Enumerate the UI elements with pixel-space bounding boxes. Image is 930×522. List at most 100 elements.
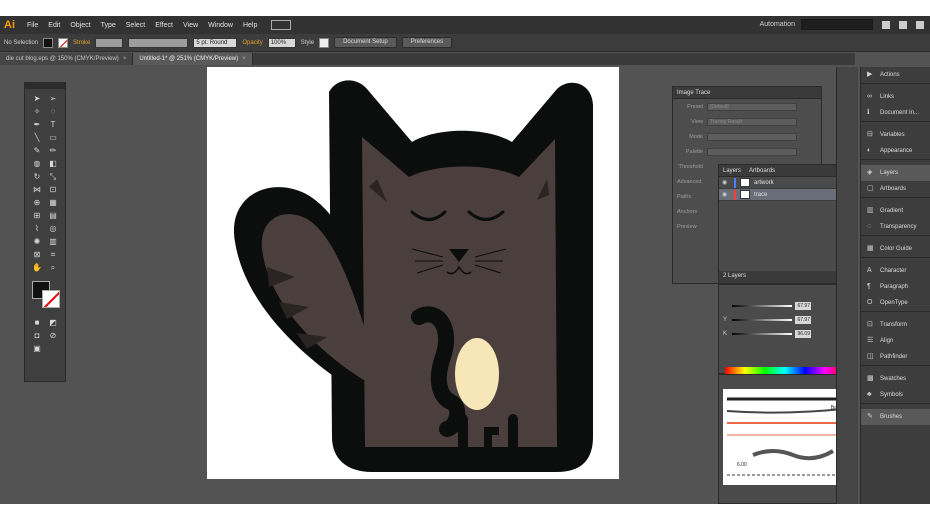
maximize-icon[interactable] [899, 20, 907, 29]
pencil-tool-icon[interactable]: ✏ [46, 145, 60, 156]
palette-select[interactable] [707, 147, 797, 156]
gradient-mode-icon[interactable]: ◩ [46, 317, 60, 328]
stroke-swatch[interactable] [58, 37, 69, 48]
lasso-tool-icon[interactable]: ◌ [46, 106, 60, 117]
screen-mode-icon[interactable]: ▣ [30, 343, 44, 354]
dock-variables[interactable]: ⊟ Variables [861, 127, 930, 143]
type-tool-icon[interactable]: T [46, 119, 60, 130]
preset-select[interactable]: [Default] [707, 102, 797, 111]
dock-layers[interactable]: ◈ Layers [861, 165, 930, 181]
search-input[interactable] [801, 19, 873, 30]
draw-mode-icon[interactable]: ◘ [30, 330, 44, 341]
menu-edit[interactable]: Edit [48, 22, 60, 29]
stroke-weight-field[interactable] [95, 37, 124, 48]
dock-actions[interactable]: ▶ Actions [861, 67, 930, 83]
variable-width-field[interactable] [128, 37, 189, 48]
stroke-link[interactable]: Stroke [73, 40, 90, 46]
tab-die-cut-blog[interactable]: die cut blog.eps @ 150% (CMYK/Preview) × [0, 53, 134, 65]
graphic-style-swatch[interactable] [319, 37, 330, 48]
slice-tool-icon[interactable]: ⌗ [46, 249, 60, 260]
dock-align[interactable]: ☰ Align [861, 333, 930, 349]
menu-effect[interactable]: Effect [155, 22, 173, 29]
advanced-toggle[interactable]: Advanced [677, 179, 701, 185]
color-mode-icon[interactable]: ■ [30, 317, 44, 328]
eye-icon[interactable]: ◉ [722, 179, 730, 186]
dock-gradient[interactable]: ▥ Gradient [861, 203, 930, 219]
tab-layers[interactable]: Layers [723, 168, 741, 174]
dock-brushes[interactable]: ✎ Brushes [861, 409, 930, 425]
image-trace-title[interactable]: Image Trace [673, 87, 821, 99]
workspace-switcher[interactable]: Automation [760, 21, 795, 28]
menu-type[interactable]: Type [101, 22, 116, 29]
document-setup-button[interactable]: Document Setup [334, 37, 397, 48]
slider-track[interactable] [732, 305, 792, 307]
pen-tool-icon[interactable]: ✒ [30, 119, 44, 130]
dock-opentype[interactable]: O OpenType [861, 295, 930, 311]
close-icon[interactable] [916, 20, 924, 29]
width-tool-icon[interactable]: ⋈ [30, 184, 44, 195]
brush-definition-select[interactable]: 5 pt. Round [193, 37, 238, 48]
dock-transparency[interactable]: ◌ Transparency [861, 219, 930, 235]
arrange-documents-icon[interactable] [271, 20, 292, 30]
selection-tool-icon[interactable]: ➤ [30, 93, 44, 104]
view-select[interactable]: Tracing Result [707, 117, 797, 126]
menu-select[interactable]: Select [126, 22, 145, 29]
scale-tool-icon[interactable]: ⤡ [46, 171, 60, 182]
column-graph-tool-icon[interactable]: ▥ [46, 236, 60, 247]
hand-tool-icon[interactable]: ✋ [30, 262, 44, 273]
artboard[interactable] [207, 67, 619, 479]
dock-symbols[interactable]: ♣ Symbols [861, 387, 930, 403]
mode-select[interactable] [707, 132, 797, 141]
fill-swatch[interactable] [43, 37, 54, 48]
dock-transform[interactable]: ⊡ Transform [861, 317, 930, 333]
menu-help[interactable]: Help [243, 22, 257, 29]
slider-track[interactable] [732, 333, 792, 335]
rectangle-tool-icon[interactable]: ▭ [46, 132, 60, 143]
tab-untitled-1[interactable]: Untitled-1* @ 251% (CMYK/Preview) × [133, 53, 253, 65]
rotate-tool-icon[interactable]: ↻ [30, 171, 44, 182]
gradient-tool-icon[interactable]: ▤ [46, 210, 60, 221]
line-tool-icon[interactable]: ╲ [30, 132, 44, 143]
slider-value[interactable]: 96.09 [795, 330, 811, 338]
layer-row-trace[interactable]: ◉ trace [719, 189, 854, 201]
minimize-icon[interactable] [882, 20, 890, 29]
dock-document-info[interactable]: ℹ Document In... [861, 105, 930, 121]
brush-library[interactable]: Basic 6.00 [723, 389, 849, 485]
mesh-tool-icon[interactable]: ⊞ [30, 210, 44, 221]
dock-color-guide[interactable]: ▦ Color Guide [861, 241, 930, 257]
menu-file[interactable]: File [27, 22, 38, 29]
stroke-color-box[interactable] [42, 290, 60, 308]
slider-track[interactable] [732, 319, 792, 321]
dock-appearance[interactable]: ◐ Appearance [861, 143, 930, 159]
direct-selection-tool-icon[interactable]: ➢ [46, 93, 60, 104]
tab-artboards[interactable]: Artboards [749, 168, 775, 174]
blend-tool-icon[interactable]: ◎ [46, 223, 60, 234]
close-icon[interactable]: × [242, 53, 246, 65]
blob-brush-tool-icon[interactable]: ◍ [30, 158, 44, 169]
slider-value[interactable]: 67.97 [795, 302, 811, 310]
free-transform-tool-icon[interactable]: ⊡ [46, 184, 60, 195]
magic-wand-tool-icon[interactable]: ✧ [30, 106, 44, 117]
eyedropper-tool-icon[interactable]: ⌇ [30, 223, 44, 234]
dock-swatches[interactable]: ▩ Swatches [861, 371, 930, 387]
dock-paragraph[interactable]: ¶ Paragraph [861, 279, 930, 295]
preview-checkbox[interactable]: Preview [677, 224, 697, 230]
opacity-link[interactable]: Opacity [242, 40, 262, 46]
zoom-tool-icon[interactable]: ⌕ [46, 262, 60, 273]
menu-object[interactable]: Object [70, 22, 90, 29]
paintbrush-tool-icon[interactable]: ✎ [30, 145, 44, 156]
cat-artwork[interactable] [207, 67, 619, 479]
dock-artboards[interactable]: ▢ Artboards [861, 181, 930, 197]
preferences-button[interactable]: Preferences [401, 37, 453, 48]
close-icon[interactable]: × [123, 53, 127, 65]
artboard-tool-icon[interactable]: ⊠ [30, 249, 44, 260]
dock-links[interactable]: ∞ Links [861, 89, 930, 105]
opacity-field[interactable]: 100% [267, 37, 296, 48]
eraser-tool-icon[interactable]: ◧ [46, 158, 60, 169]
layer-row-artwork[interactable]: ◉ artwork [719, 177, 854, 189]
shape-builder-tool-icon[interactable]: ⊕ [30, 197, 44, 208]
dock-character[interactable]: A Character [861, 263, 930, 279]
menu-view[interactable]: View [183, 22, 198, 29]
eye-icon[interactable]: ◉ [722, 191, 730, 198]
none-mode-icon[interactable]: ⊘ [46, 330, 60, 341]
